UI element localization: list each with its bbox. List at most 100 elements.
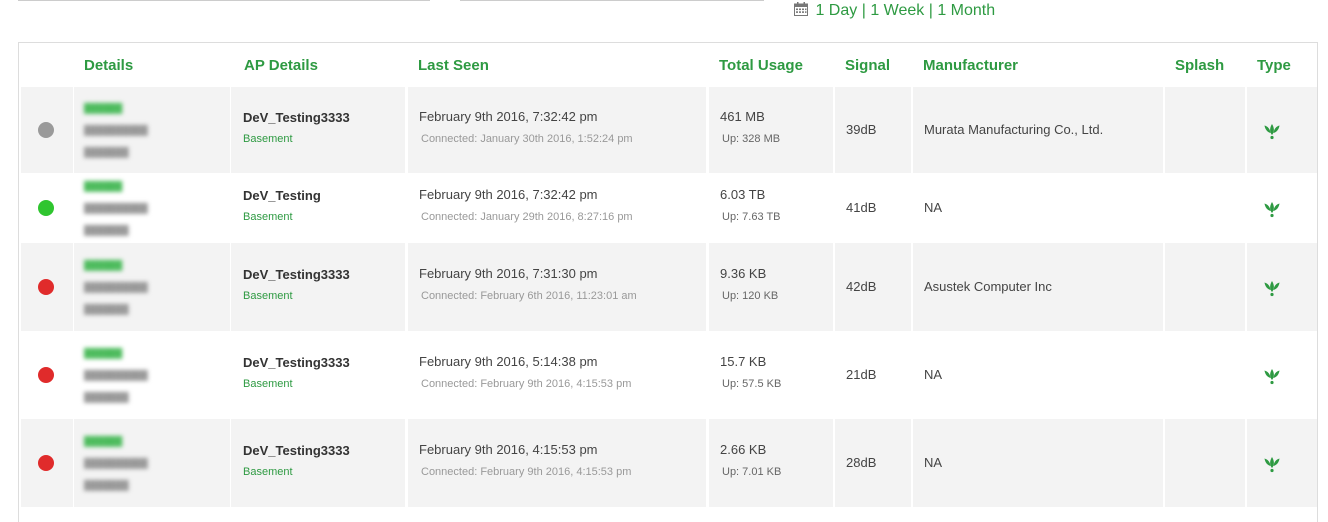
total-usage-cell: 6.03 TB Up: 7.63 TB: [709, 173, 833, 243]
range-1-week-link[interactable]: 1 Week: [870, 2, 924, 19]
manufacturer-cell: NA: [913, 173, 1163, 243]
manufacturer-value: NA: [924, 455, 943, 470]
status-indicator: [38, 122, 54, 138]
range-1-day-link[interactable]: 1 Day: [815, 2, 857, 19]
table-row[interactable]: ██████ ██████████ ███████ DeV_Testing3333 Ba…: [19, 331, 1317, 419]
ap-name: DeV_Testing: [243, 188, 321, 203]
header-type[interactable]: Type: [1257, 57, 1291, 74]
ap-location: Basement: [243, 378, 293, 390]
header-manufacturer[interactable]: Manufacturer: [923, 57, 1018, 74]
last-seen-time: February 9th 2016, 4:15:53 pm: [419, 442, 598, 457]
leaf-icon: [1264, 124, 1280, 140]
leaf-icon: [1264, 281, 1280, 297]
table-row[interactable]: ██████ ██████████ ███████ DeV_Testing3333 Ba…: [19, 243, 1317, 331]
signal-value: 39dB: [846, 122, 877, 137]
total-usage-value: 461 MB: [720, 109, 765, 124]
range-1-month-link[interactable]: 1 Month: [937, 2, 995, 19]
signal-value: 28dB: [846, 455, 877, 470]
connected-time: Connected: January 29th 2016, 8:27:16 pm: [421, 211, 633, 223]
manufacturer-cell: Asustek Computer Inc: [913, 243, 1163, 331]
calendar-icon: [794, 2, 808, 16]
details-cell: ██████ ██████████ ███████: [74, 173, 230, 243]
manufacturer-value: NA: [924, 367, 943, 382]
last-seen-time: February 9th 2016, 7:31:30 pm: [419, 266, 598, 281]
status-indicator: [38, 367, 54, 383]
upload-usage-value: Up: 7.63 TB: [722, 211, 781, 223]
range-separator: |: [928, 2, 933, 19]
ap-location: Basement: [243, 133, 293, 145]
signal-cell: 21dB: [835, 331, 911, 419]
status-cell: [21, 173, 73, 243]
total-usage-value: 6.03 TB: [720, 187, 766, 202]
manufacturer-value: Asustek Computer Inc: [924, 279, 1052, 294]
type-cell: [1247, 419, 1317, 507]
ap-details-cell: DeV_Testing3333 Basement: [231, 419, 405, 507]
details-cell: ██████ ██████████ ███████: [74, 87, 230, 173]
splash-cell: [1165, 419, 1245, 507]
type-cell: [1247, 331, 1317, 419]
header-splash[interactable]: Splash: [1175, 57, 1224, 74]
last-seen-time: February 9th 2016, 7:32:42 pm: [419, 187, 598, 202]
redacted-client-details: ██████ ██████████ ███████: [84, 103, 148, 157]
ap-name: DeV_Testing3333: [243, 267, 350, 282]
header-last-seen[interactable]: Last Seen: [418, 57, 489, 74]
last-seen-time: February 9th 2016, 7:32:42 pm: [419, 109, 598, 124]
splash-cell: [1165, 243, 1245, 331]
header-signal[interactable]: Signal: [845, 57, 890, 74]
last-seen-time: February 9th 2016, 5:14:38 pm: [419, 354, 598, 369]
last-seen-cell: February 9th 2016, 5:14:38 pm Connected: …: [408, 331, 706, 419]
range-separator: |: [861, 2, 866, 19]
upload-usage-value: Up: 7.01 KB: [722, 466, 782, 478]
manufacturer-cell: Murata Manufacturing Co., Ltd.: [913, 87, 1163, 173]
leaf-icon: [1264, 202, 1280, 218]
signal-value: 41dB: [846, 200, 877, 215]
ap-details-cell: DeV_Testing3333 Basement: [231, 243, 405, 331]
header-total-usage[interactable]: Total Usage: [719, 57, 803, 74]
ap-details-cell: DeV_Testing Basement: [231, 173, 405, 243]
signal-cell: 42dB: [835, 243, 911, 331]
connected-time: Connected: February 9th 2016, 4:15:53 pm: [421, 378, 632, 390]
last-seen-cell: February 9th 2016, 7:32:42 pm Connected: …: [408, 87, 706, 173]
total-usage-value: 15.7 KB: [720, 354, 767, 369]
status-cell: [21, 87, 73, 173]
type-cell: [1247, 173, 1317, 243]
leaf-icon: [1264, 457, 1280, 473]
splash-cell: [1165, 331, 1245, 419]
ap-location: Basement: [243, 211, 293, 223]
date-range-selector: 1 Day | 1 Week | 1 Month: [794, 2, 995, 20]
total-usage-cell: 15.7 KB Up: 57.5 KB: [709, 331, 833, 419]
type-cell: [1247, 243, 1317, 331]
upload-usage-value: Up: 328 MB: [722, 133, 781, 145]
table-row[interactable]: ██████ ██████████ ███████ DeV_Testing3333 Ba…: [19, 419, 1317, 507]
last-seen-cell: February 9th 2016, 7:32:42 pm Connected: …: [408, 173, 706, 243]
manufacturer-cell: NA: [913, 419, 1163, 507]
connected-time: Connected: January 30th 2016, 1:52:24 pm: [421, 133, 633, 145]
header-details[interactable]: Details: [84, 57, 133, 74]
total-usage-value: 2.66 KB: [720, 442, 767, 457]
type-cell: [1247, 87, 1317, 173]
upload-usage-value: Up: 57.5 KB: [722, 378, 782, 390]
splash-cell: [1165, 87, 1245, 173]
table-row[interactable]: ██████ ██████████ ███████ DeV_Testing3333 Ba…: [19, 87, 1317, 173]
total-usage-value: 9.36 KB: [720, 266, 767, 281]
total-usage-cell: 461 MB Up: 328 MB: [709, 87, 833, 173]
connected-time: Connected: February 9th 2016, 4:15:53 pm: [421, 466, 632, 478]
status-cell: [21, 419, 73, 507]
redacted-client-details: ██████ ██████████ ███████: [84, 260, 148, 314]
signal-value: 42dB: [846, 279, 877, 294]
ap-name: DeV_Testing3333: [243, 355, 350, 370]
redacted-client-details: ██████ ██████████ ███████: [84, 181, 148, 235]
ap-name: DeV_Testing3333: [243, 110, 350, 125]
last-seen-cell: February 9th 2016, 7:31:30 pm Connected: …: [408, 243, 706, 331]
status-indicator: [38, 455, 54, 471]
leaf-icon: [1264, 369, 1280, 385]
details-cell: ██████ ██████████ ███████: [74, 419, 230, 507]
signal-cell: 41dB: [835, 173, 911, 243]
header-ap-details[interactable]: AP Details: [244, 57, 318, 74]
table-row[interactable]: ██████ ██████████ ███████ DeV_Testing Baseme…: [19, 173, 1317, 243]
redacted-client-details: ██████ ██████████ ███████: [84, 348, 148, 402]
filter-input-underline-2: [460, 0, 764, 1]
signal-cell: 28dB: [835, 419, 911, 507]
signal-value: 21dB: [846, 367, 877, 382]
last-seen-cell: February 9th 2016, 4:15:53 pm Connected: …: [408, 419, 706, 507]
